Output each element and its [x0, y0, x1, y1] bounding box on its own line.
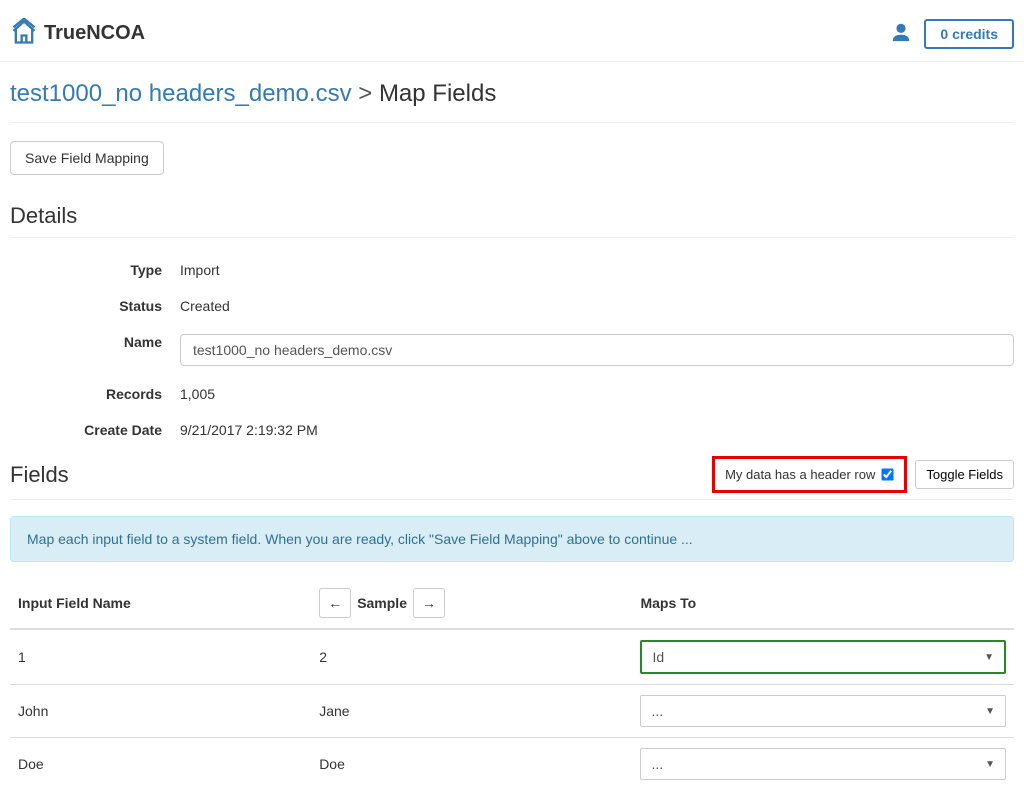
chevron-down-icon: ▼ [985, 759, 995, 770]
maps-to-cell: Id ▼ [632, 629, 1014, 685]
column-header-sample: ← Sample → [311, 578, 632, 629]
fields-controls: My data has a header row Toggle Fields [712, 456, 1014, 493]
chevron-down-icon: ▼ [984, 652, 994, 663]
maps-to-select[interactable]: Id ▼ [640, 640, 1006, 674]
select-value: ... [651, 756, 663, 772]
name-input[interactable] [180, 334, 1014, 366]
name-label: Name [10, 334, 180, 366]
save-field-mapping-button[interactable]: Save Field Mapping [10, 141, 164, 175]
sample-cell: Doe [311, 738, 632, 790]
sample-next-button[interactable]: → [413, 588, 445, 618]
chevron-down-icon: ▼ [985, 706, 995, 717]
status-label: Status [10, 298, 180, 314]
fields-section-title: Fields [10, 462, 69, 488]
detail-row-status: Status Created [10, 288, 1014, 324]
detail-row-type: Type Import [10, 252, 1014, 288]
maps-to-select[interactable]: ... ▼ [640, 748, 1006, 780]
header-row-checkbox[interactable] [882, 468, 894, 480]
input-field-cell: Doe [10, 738, 311, 790]
table-row: John Jane ... ▼ [10, 685, 1014, 738]
app-header: TrueNCOA 0 credits [0, 0, 1024, 62]
maps-to-select[interactable]: ... ▼ [640, 695, 1006, 727]
info-message: Map each input field to a system field. … [10, 516, 1014, 562]
toggle-fields-button[interactable]: Toggle Fields [915, 460, 1014, 489]
maps-to-cell: ... ▼ [632, 685, 1014, 738]
details-section-title: Details [10, 193, 1014, 238]
table-row: Doe Doe ... ▼ [10, 738, 1014, 790]
select-value: Id [652, 649, 664, 665]
arrow-right-icon: → [422, 595, 436, 611]
column-header-maps-to: Maps To [632, 578, 1014, 629]
sample-cell: Jane [311, 685, 632, 738]
breadcrumb: test1000_no headers_demo.csv > Map Field… [10, 62, 1014, 123]
type-value: Import [180, 262, 1014, 278]
breadcrumb-file-link[interactable]: test1000_no headers_demo.csv [10, 80, 352, 107]
header-right: 0 credits [890, 19, 1014, 49]
arrow-left-icon: ← [328, 595, 342, 611]
table-row: 1 2 Id ▼ [10, 629, 1014, 685]
sample-cell: 2 [311, 629, 632, 685]
column-header-input-field: Input Field Name [10, 578, 311, 629]
fields-header: Fields My data has a header row Toggle F… [10, 456, 1014, 500]
logo[interactable]: TrueNCOA [10, 18, 145, 49]
select-value: ... [651, 703, 663, 719]
logo-text: TrueNCOA [44, 22, 145, 45]
status-value: Created [180, 298, 1014, 314]
create-date-label: Create Date [10, 422, 180, 438]
header-row-checkbox-wrap: My data has a header row [712, 456, 907, 493]
detail-row-name: Name [10, 324, 1014, 376]
detail-row-create-date: Create Date 9/21/2017 2:19:32 PM [10, 412, 1014, 448]
records-value: 1,005 [180, 386, 1014, 402]
user-icon[interactable] [890, 21, 912, 46]
breadcrumb-separator: > [358, 80, 372, 107]
maps-to-cell: ... ▼ [632, 738, 1014, 790]
create-date-value: 9/21/2017 2:19:32 PM [180, 422, 1014, 438]
page-title: Map Fields [379, 80, 496, 107]
fields-table: Input Field Name ← Sample → Maps To [10, 578, 1014, 790]
type-label: Type [10, 262, 180, 278]
sample-prev-button[interactable]: ← [319, 588, 351, 618]
header-row-label: My data has a header row [725, 467, 875, 482]
detail-row-records: Records 1,005 [10, 376, 1014, 412]
house-icon [10, 18, 38, 49]
credits-button[interactable]: 0 credits [924, 19, 1014, 49]
input-field-cell: John [10, 685, 311, 738]
sample-label: Sample [351, 595, 413, 611]
records-label: Records [10, 386, 180, 402]
input-field-cell: 1 [10, 629, 311, 685]
